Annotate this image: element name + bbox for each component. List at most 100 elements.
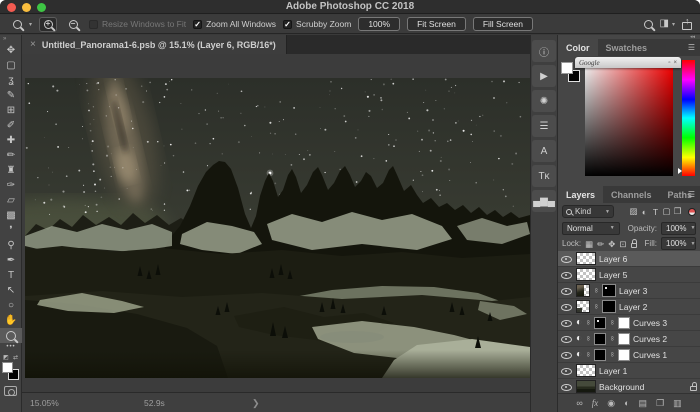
fill-screen-button[interactable]: Fill Screen <box>473 17 533 31</box>
history-brush-tool[interactable]: ✑ <box>0 178 22 193</box>
path-selection-tool[interactable]: ↖ <box>0 283 22 298</box>
opacity-dropdown[interactable]: 100% ▼ <box>661 222 696 235</box>
layer-thumbnail[interactable] <box>576 380 596 393</box>
layer-name[interactable]: Curves 1 <box>633 350 667 360</box>
lock-paint-icon[interactable]: ✏ <box>597 240 604 248</box>
resize-windows-checkbox[interactable]: Resize Windows to Fit <box>89 19 186 29</box>
filter-adjustment-layers-icon[interactable]: ◐ <box>639 207 650 217</box>
eraser-tool[interactable]: ▱ <box>0 193 22 208</box>
layer-thumbnail[interactable] <box>576 268 596 281</box>
swap-colors-icon[interactable]: ⇄ <box>13 354 18 361</box>
clone-stamp-tool[interactable]: ♜ <box>0 163 22 178</box>
google-minimize-icon[interactable]: ▫ <box>668 60 670 66</box>
layer-row[interactable]: ◐∞∞Curves 1 <box>558 347 700 363</box>
layer-mask-thumbnail[interactable] <box>594 333 606 345</box>
layer-row[interactable]: ∞Layer 2 <box>558 299 700 315</box>
layer-name[interactable]: Layer 2 <box>619 302 647 312</box>
vector-mask-thumbnail[interactable] <box>618 349 630 361</box>
layer-visibility-eye-icon[interactable] <box>561 270 571 279</box>
gradient-tool[interactable]: ▩ <box>0 208 22 223</box>
layer-thumbnail[interactable] <box>576 300 590 313</box>
layer-row[interactable]: Background <box>558 379 700 393</box>
share-icon[interactable] <box>682 22 692 30</box>
blur-tool[interactable]: ❜ <box>0 223 22 238</box>
actions-panel-icon[interactable]: ▶ <box>532 65 556 87</box>
panel-menu-icon[interactable]: ☰ <box>688 190 695 199</box>
layer-row[interactable]: ◐∞∞Curves 2 <box>558 331 700 347</box>
filter-pin-toggle-icon[interactable] <box>688 208 696 216</box>
foreground-color-swatch[interactable] <box>2 362 13 373</box>
fit-screen-button[interactable]: Fit Screen <box>407 17 466 31</box>
lock-transparency-icon[interactable]: ▦ <box>585 240 593 248</box>
spot-healing-brush-tool[interactable]: ✚ <box>0 133 22 148</box>
adjustment-layer-icon[interactable]: ◐ <box>576 350 582 360</box>
properties-panel-icon[interactable]: ☰ <box>532 115 556 137</box>
layer-name[interactable]: Curves 3 <box>633 318 667 328</box>
layer-row[interactable]: Layer 5 <box>558 267 700 283</box>
new-group-icon[interactable]: ▤ <box>639 399 648 408</box>
tab-swatches[interactable]: Swatches <box>598 39 656 56</box>
layer-row[interactable]: ∞Layer 3 <box>558 283 700 299</box>
zoom-tool-options-icon[interactable] <box>8 17 26 32</box>
layer-visibility-eye-icon[interactable] <box>561 382 571 391</box>
status-chevron-icon[interactable]: ❯ <box>252 398 260 409</box>
search-icon[interactable] <box>644 20 653 29</box>
layer-row[interactable]: ◐∞∞Curves 3 <box>558 315 700 331</box>
glyphs-panel-icon[interactable]: A <box>532 140 556 162</box>
layer-thumbnail[interactable] <box>576 284 590 297</box>
zoom-out-button[interactable]: − <box>64 17 82 32</box>
default-colors-icon[interactable]: ◩ <box>3 354 9 361</box>
layer-name[interactable]: Layer 5 <box>599 270 627 280</box>
layer-name[interactable]: Background <box>599 382 644 392</box>
zoom-in-button[interactable]: + <box>39 17 57 32</box>
rectangular-marquee-tool[interactable]: ▢ <box>0 58 22 73</box>
new-layer-icon[interactable]: ❐ <box>656 399 664 408</box>
tab-color[interactable]: Color <box>558 39 598 56</box>
pen-tool[interactable]: ✒ <box>0 253 22 268</box>
layer-name[interactable]: Curves 2 <box>633 334 667 344</box>
type-tool[interactable]: T <box>0 268 22 283</box>
document-tab[interactable]: × Untitled_Panorama1-6.psb @ 15.1% (Laye… <box>22 35 287 54</box>
quick-selection-tool[interactable]: ✎ <box>0 88 22 103</box>
google-close-icon[interactable]: × <box>673 60 677 66</box>
layer-name[interactable]: Layer 3 <box>619 286 647 296</box>
zoom-100-button[interactable]: 100% <box>358 17 400 31</box>
filter-shape-layers-icon[interactable]: ▢ <box>661 206 672 217</box>
adjustments-panel-icon[interactable]: ✺ <box>532 90 556 112</box>
filter-type-layers-icon[interactable]: T <box>650 207 661 217</box>
layer-row[interactable]: Layer 1 <box>558 363 700 379</box>
layer-row[interactable]: Layer 6 <box>558 251 700 267</box>
lock-artboard-icon[interactable]: ⊡ <box>619 240 626 248</box>
quick-mask-mode-button[interactable] <box>4 386 17 396</box>
edit-toolbar-button[interactable]: ••• <box>0 343 22 353</box>
vector-mask-thumbnail[interactable] <box>618 333 630 345</box>
workspace-icon[interactable]: ◨ <box>660 19 669 29</box>
layer-mask-thumbnail[interactable] <box>594 349 606 361</box>
google-mini-window[interactable]: Google ▫ × <box>575 57 681 68</box>
layer-style-fx-icon[interactable]: fx <box>592 399 599 408</box>
zoom-all-windows-checkbox[interactable]: ✓ Zoom All Windows <box>193 19 276 29</box>
dodge-tool[interactable]: ⚲ <box>0 238 22 253</box>
layer-thumbnail[interactable] <box>576 252 596 265</box>
layer-visibility-eye-icon[interactable] <box>561 334 571 343</box>
layer-visibility-eye-icon[interactable] <box>561 366 571 375</box>
workspace-chevron-icon[interactable]: ▾ <box>672 21 675 28</box>
layer-mask-thumbnail[interactable] <box>602 300 616 313</box>
info-panel-icon[interactable]: ⓘ <box>532 40 556 62</box>
layer-visibility-eye-icon[interactable] <box>561 254 571 263</box>
fill-dropdown[interactable]: 100% ▼ <box>661 237 696 250</box>
status-zoom-level[interactable]: 15.05% <box>30 398 59 408</box>
lock-position-icon[interactable]: ✥ <box>608 240 615 248</box>
hue-slider-icon[interactable] <box>678 168 682 174</box>
filter-kind-dropdown[interactable]: Kind ▼ <box>562 205 614 218</box>
blend-mode-dropdown[interactable]: Normal ▼ <box>562 222 620 235</box>
hand-tool[interactable]: ✋ <box>0 313 22 328</box>
expand-toolbar-chevron[interactable]: » <box>0 35 21 43</box>
lock-all-icon[interactable] <box>631 243 637 248</box>
move-tool[interactable]: ✥ <box>0 43 22 58</box>
layer-name[interactable]: Layer 1 <box>599 366 627 376</box>
filter-smart-object-icon[interactable]: ❐ <box>672 206 683 217</box>
layer-visibility-eye-icon[interactable] <box>561 318 571 327</box>
tab-layers[interactable]: Layers <box>558 186 603 203</box>
brush-tool[interactable]: ✏ <box>0 148 22 163</box>
